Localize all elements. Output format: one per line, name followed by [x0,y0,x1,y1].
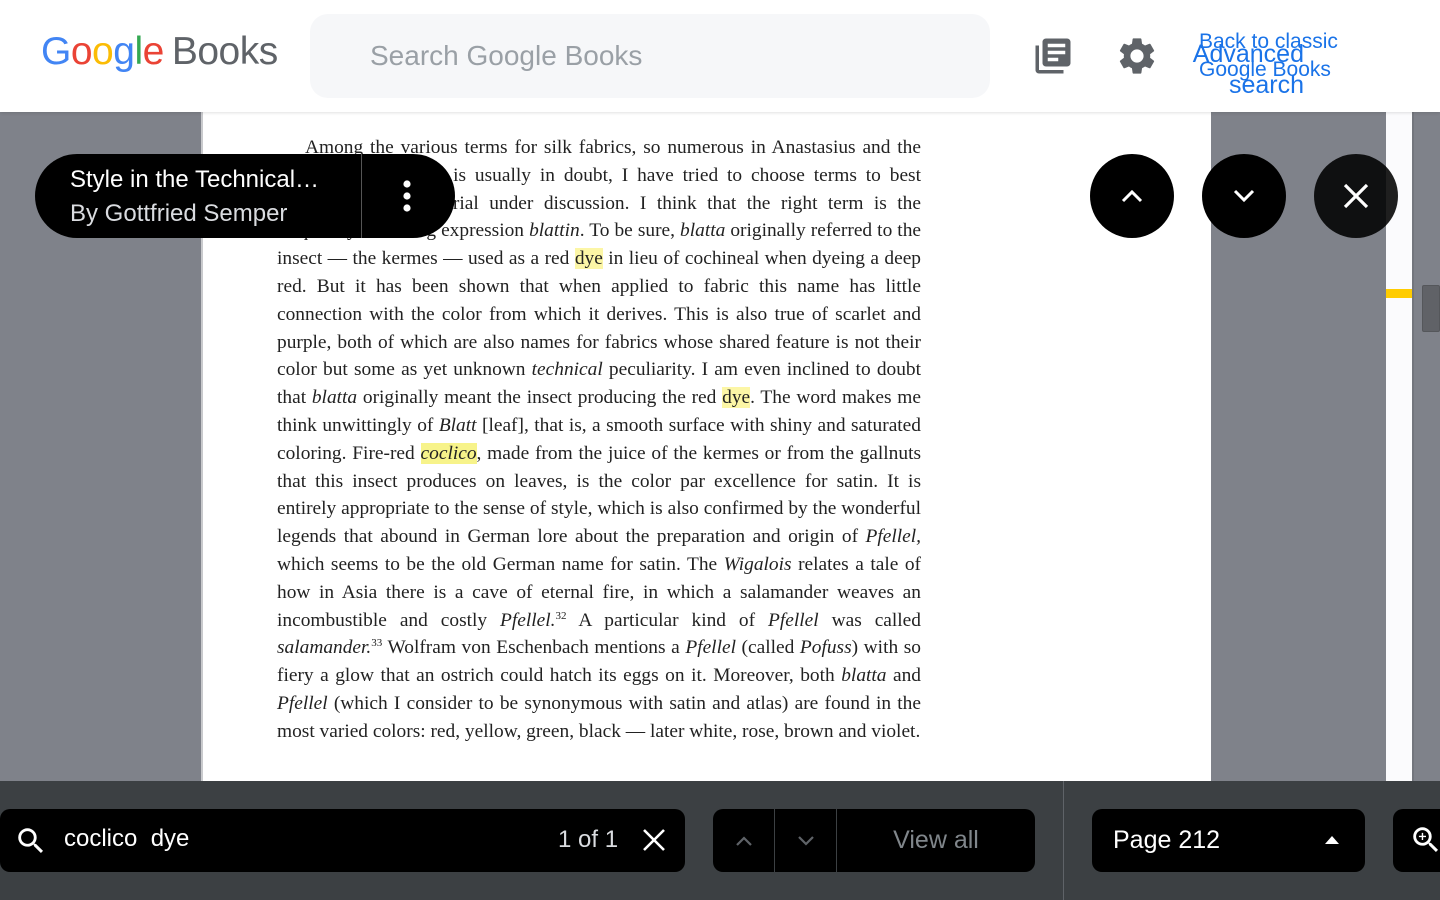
search-highlight-current[interactable]: coclico [420,442,477,464]
page-selector-label: Page 212 [1113,826,1221,854]
search-box: Advanced search [310,14,1304,99]
more-vert-icon [403,180,411,212]
search-icon [18,828,44,854]
search-highlight[interactable]: dye [574,248,603,270]
chevron-up-icon [735,835,752,846]
chevron-down-icon [1233,189,1255,203]
match-marker[interactable] [1386,289,1412,298]
previous-result-button[interactable] [713,809,775,872]
next-result-button[interactable] [775,809,837,872]
view-all-button[interactable]: View all [837,809,1035,872]
zoom-in-button[interactable] [1393,809,1440,872]
chevron-up-icon [1121,189,1143,203]
caret-up-icon [1325,836,1339,844]
scrollbar-thumb[interactable] [1422,285,1440,332]
search-highlight[interactable]: dye [722,387,751,409]
search-input[interactable] [370,40,850,72]
footnote-ref: 32 [555,609,567,622]
next-match-button[interactable] [1202,154,1286,238]
close-icon [643,829,665,851]
close-icon [1343,183,1369,209]
book-title[interactable]: Style in the Technical… [70,166,319,194]
previous-match-button[interactable] [1090,154,1174,238]
my-library-icon [1035,38,1071,74]
back-to-classic-link[interactable]: Back to classic Google Books [1199,28,1338,84]
close-viewer-button[interactable] [1314,154,1398,238]
scrollbar-track[interactable] [1412,112,1440,781]
divider [1063,781,1064,900]
find-in-book-box: 1 of 1 [0,809,685,872]
book-title-pill: Style in the Technical… By Gottfried Sem… [35,154,455,238]
chevron-down-icon [797,835,814,846]
book-author: By Gottfried Semper [70,200,288,227]
match-count: 1 of 1 [558,826,619,853]
clear-search-button[interactable] [638,823,670,857]
zoom-in-icon [1413,827,1439,853]
gear-icon [1119,38,1155,74]
google-books-logo[interactable]: Google Books [41,30,278,74]
bottom-toolbar: 1 of 1 View all Page 212 [0,781,1440,900]
more-options-button[interactable] [362,154,452,238]
find-in-book-input[interactable] [64,825,484,853]
settings-button[interactable] [1113,32,1161,80]
match-navigation: View all [713,809,1035,872]
footnote-ref: 33 [371,637,383,650]
my-library-button[interactable] [1029,32,1077,80]
top-header: GoogleBooks Advanced search Back to clas… [0,0,1440,112]
page-selector[interactable]: Page 212 [1092,809,1365,872]
